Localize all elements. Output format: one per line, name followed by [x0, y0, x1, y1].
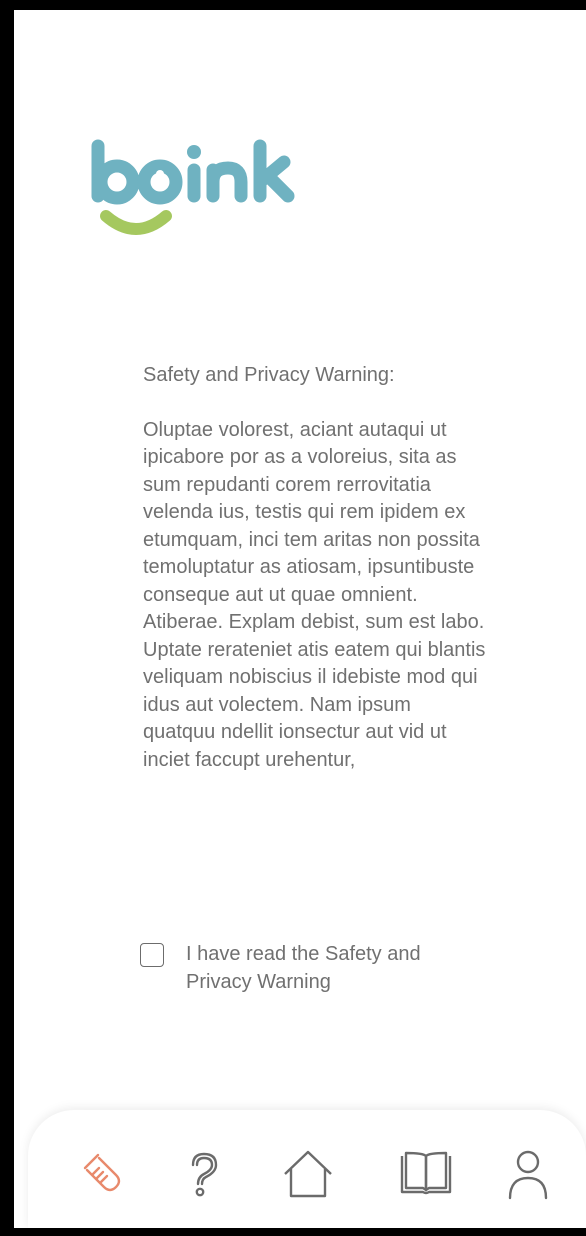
nav-help[interactable] — [174, 1144, 234, 1204]
consent-row[interactable]: I have read the Safety and Privacy Warni… — [140, 940, 490, 996]
home-icon — [284, 1150, 332, 1198]
nav-profile[interactable] — [498, 1144, 558, 1204]
nav-home[interactable] — [278, 1144, 338, 1204]
device-frame-bottom — [0, 1228, 586, 1236]
safety-warning-section: Safety and Privacy Warning: Oluptae volo… — [143, 362, 488, 774]
profile-icon — [508, 1150, 548, 1200]
warning-title: Safety and Privacy Warning: — [143, 364, 395, 386]
boink-logo — [88, 138, 300, 242]
book-icon — [400, 1151, 452, 1195]
consent-checkbox[interactable] — [140, 943, 164, 967]
nav-library[interactable] — [396, 1144, 456, 1204]
bottom-nav — [28, 1110, 586, 1228]
warning-body: Oluptae volorest, aciant autaqui ut ipic… — [143, 418, 486, 771]
nav-test-tube[interactable] — [70, 1144, 130, 1204]
test-tube-icon — [83, 1153, 121, 1192]
consent-label[interactable]: I have read the Safety and Privacy Warni… — [186, 940, 490, 996]
device-frame-top — [0, 0, 586, 10]
help-icon — [191, 1152, 218, 1197]
device-frame-left — [0, 0, 14, 1236]
